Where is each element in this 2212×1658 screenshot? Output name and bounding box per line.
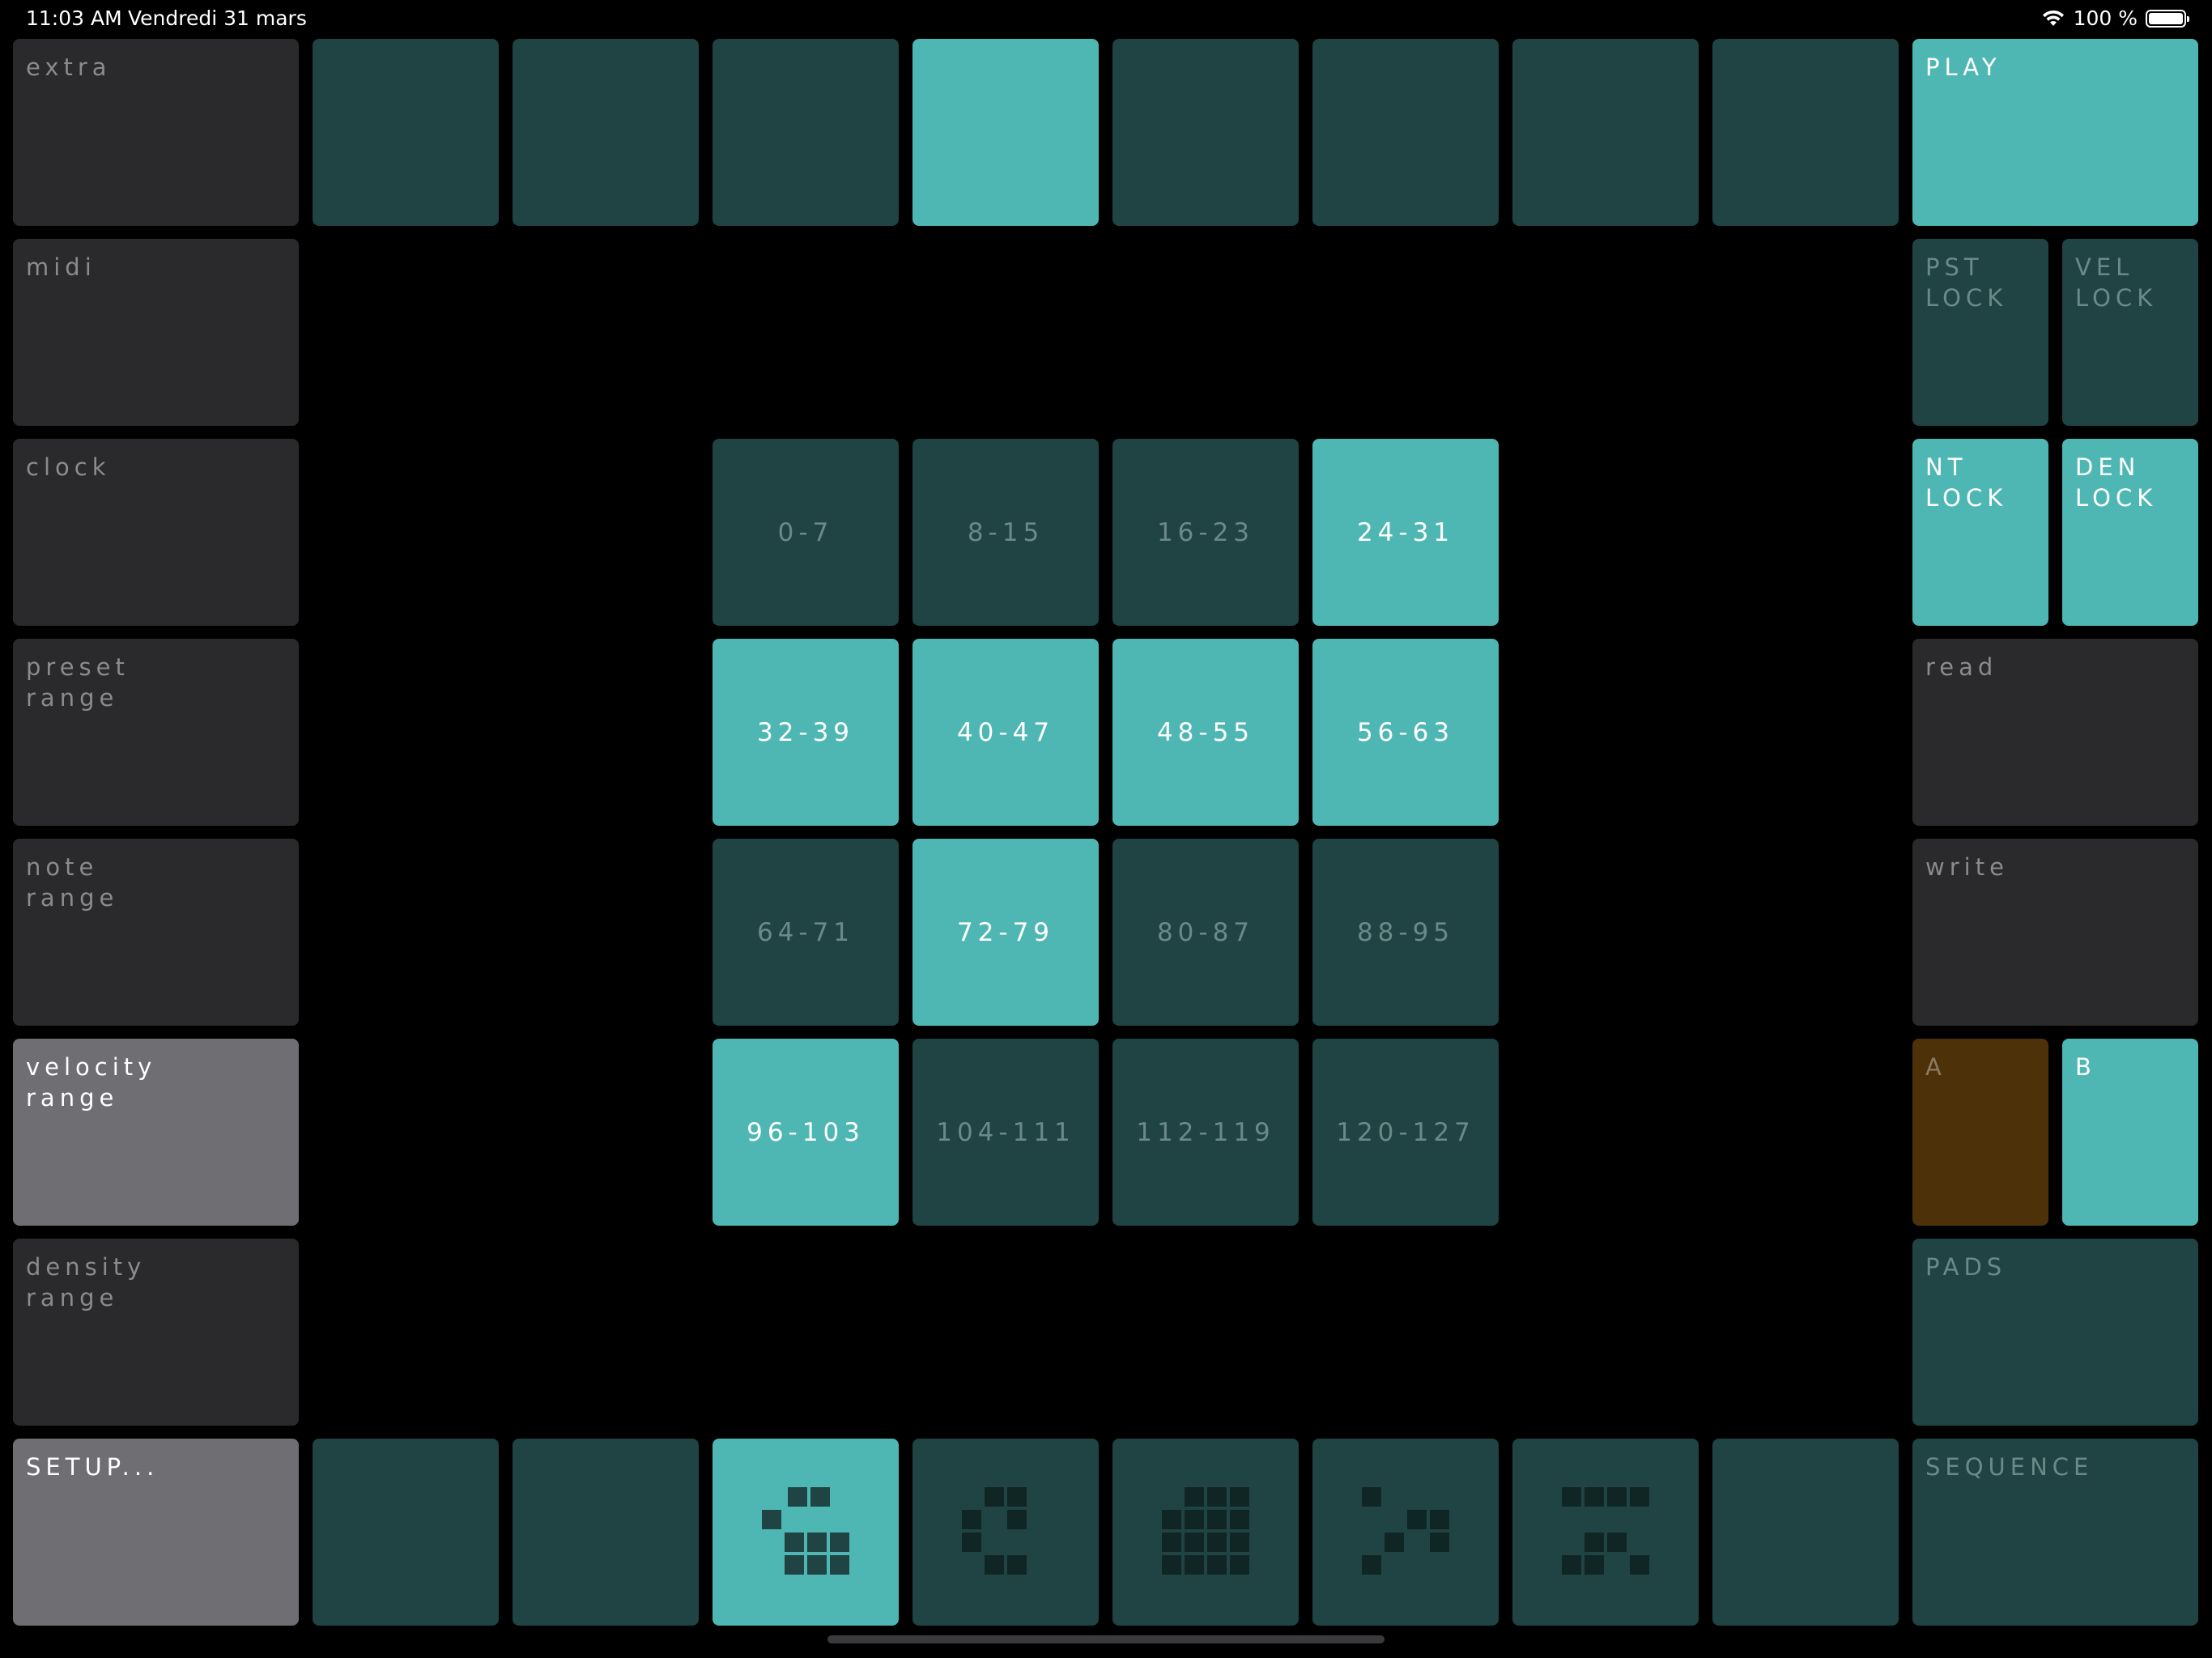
status-date: Vendredi 31 mars [128, 6, 307, 30]
left-density-range-button[interactable]: density range [13, 1239, 299, 1426]
a-button[interactable]: A [1912, 1039, 2048, 1226]
pattern-5-icon [1562, 1487, 1649, 1575]
range-72-79[interactable]: 72-79 [912, 839, 1099, 1026]
play-button[interactable]: PLAY [1912, 39, 2198, 226]
pads-button[interactable]: PADS [1912, 1239, 2198, 1426]
bottom-pad-3[interactable] [713, 1439, 899, 1626]
range-24-31[interactable]: 24-31 [1312, 439, 1499, 626]
pattern-2-icon [962, 1487, 1027, 1575]
range-64-71[interactable]: 64-71 [713, 839, 899, 1026]
read-button[interactable]: read [1912, 639, 2198, 826]
status-bar: 11:03 AM Vendredi 31 mars 100 % [0, 0, 2212, 39]
bottom-pad-7[interactable] [1512, 1439, 1699, 1626]
write-button[interactable]: write [1912, 839, 2198, 1026]
range-48-55[interactable]: 48-55 [1112, 639, 1299, 826]
range-16-23[interactable]: 16-23 [1112, 439, 1299, 626]
battery-icon [2146, 9, 2189, 28]
setup-button[interactable]: SETUP... [13, 1439, 299, 1626]
pattern-1-icon [762, 1487, 849, 1575]
bottom-pad-1[interactable] [313, 1439, 499, 1626]
left-preset-range-button[interactable]: preset range [13, 639, 299, 826]
home-indicator[interactable] [827, 1635, 1385, 1643]
top-pad-1[interactable] [313, 39, 499, 226]
pattern-4-icon [1362, 1487, 1449, 1575]
bottom-pad-6[interactable] [1312, 1439, 1499, 1626]
range-80-87[interactable]: 80-87 [1112, 839, 1299, 1026]
top-pad-8[interactable] [1712, 39, 1899, 226]
range-96-103[interactable]: 96-103 [713, 1039, 899, 1226]
bottom-pad-4[interactable] [912, 1439, 1099, 1626]
top-pad-6[interactable] [1312, 39, 1499, 226]
bottom-pad-5[interactable] [1112, 1439, 1299, 1626]
top-pad-4[interactable] [912, 39, 1099, 226]
top-pad-3[interactable] [713, 39, 899, 226]
range-0-7[interactable]: 0-7 [713, 439, 899, 626]
range-120-127[interactable]: 120-127 [1312, 1039, 1499, 1226]
b-button[interactable]: B [2062, 1039, 2198, 1226]
range-8-15[interactable]: 8-15 [912, 439, 1099, 626]
range-32-39[interactable]: 32-39 [713, 639, 899, 826]
range-40-47[interactable]: 40-47 [912, 639, 1099, 826]
top-pad-2[interactable] [513, 39, 699, 226]
status-time: 11:03 AM [26, 6, 122, 30]
wifi-icon [2042, 10, 2064, 26]
den-lock-button[interactable]: DEN LOCK [2062, 439, 2198, 626]
range-104-111[interactable]: 104-111 [912, 1039, 1099, 1226]
left-note-range-button[interactable]: note range [13, 839, 299, 1026]
top-pad-7[interactable] [1512, 39, 1699, 226]
left-midi-button[interactable]: midi [13, 239, 299, 426]
vel-lock-button[interactable]: VEL LOCK [2062, 239, 2198, 426]
battery-percent: 100 % [2073, 6, 2138, 30]
left-extra-button[interactable]: extra [13, 39, 299, 226]
bottom-pad-2[interactable] [513, 1439, 699, 1626]
bottom-pad-8[interactable] [1712, 1439, 1899, 1626]
left-velocity-range-button[interactable]: velocity range [13, 1039, 299, 1226]
range-56-63[interactable]: 56-63 [1312, 639, 1499, 826]
nt-lock-button[interactable]: NT LOCK [1912, 439, 2048, 626]
range-112-119[interactable]: 112-119 [1112, 1039, 1299, 1226]
status-right: 100 % [2041, 6, 2189, 30]
sequence-button[interactable]: SEQUENCE [1912, 1439, 2198, 1626]
pattern-3-icon [1162, 1487, 1249, 1575]
range-88-95[interactable]: 88-95 [1312, 839, 1499, 1026]
pst-lock-button[interactable]: PST LOCK [1912, 239, 2048, 426]
top-pad-5[interactable] [1112, 39, 1299, 226]
left-clock-button[interactable]: clock [13, 439, 299, 626]
